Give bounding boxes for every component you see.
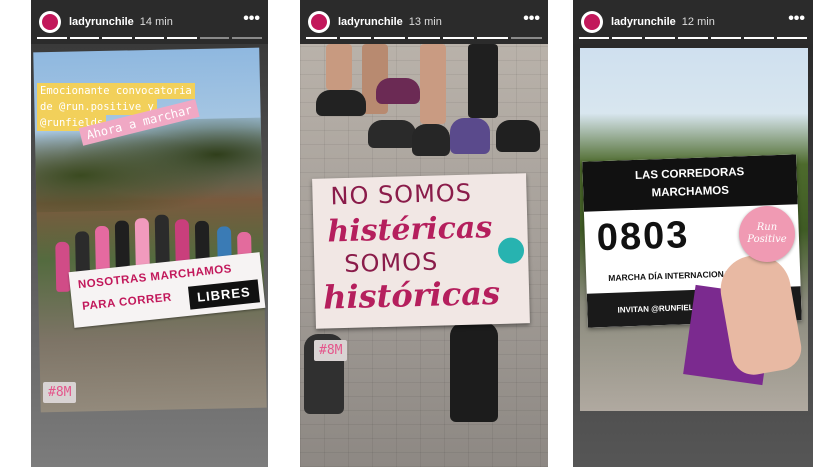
sneaker: [496, 120, 540, 152]
profile-avatar[interactable]: [581, 11, 603, 33]
progress-segment: [678, 37, 708, 39]
caption-line: Emocionante convocatoria: [37, 83, 195, 99]
more-horizontal-icon[interactable]: •••: [243, 11, 260, 30]
progress-segment: [37, 37, 67, 39]
progress-segment: [408, 37, 440, 39]
story-card-2[interactable]: ladyrunchile 13 min ••• NO SOMOS histéri…: [300, 0, 548, 467]
progress-segment: [306, 37, 338, 39]
badge-line: Run: [756, 222, 778, 233]
progress-segment: [374, 37, 406, 39]
username[interactable]: ladyrunchile: [69, 16, 134, 28]
progress-segment: [510, 37, 542, 39]
runner-figure: [114, 220, 130, 271]
bib-number: 0803: [596, 214, 691, 260]
story-progress-bar: [306, 37, 542, 39]
progress-segment: [579, 37, 609, 39]
progress-segment: [711, 37, 741, 39]
runner-figure: [154, 214, 170, 265]
runner-figure: [55, 241, 71, 292]
banner-line: PARA CORRER: [81, 291, 173, 313]
tree-foliage: [34, 117, 263, 213]
hashtag-sticker[interactable]: #8M: [43, 382, 77, 403]
more-horizontal-icon[interactable]: •••: [788, 11, 805, 30]
poster-line: SOMOS: [343, 247, 439, 279]
story-card-1[interactable]: ladyrunchile 14 min ••• Emocionante conv…: [31, 0, 268, 467]
progress-segment: [476, 37, 508, 39]
hashtag-sticker[interactable]: #8M: [314, 340, 348, 361]
poster-line: históricas: [322, 273, 501, 317]
story-progress-bar: [579, 37, 807, 39]
profile-avatar[interactable]: [308, 11, 330, 33]
runner-figure: [134, 218, 150, 269]
avatar-image: [311, 14, 327, 30]
progress-segment: [442, 37, 474, 39]
round-sticker: [497, 237, 525, 264]
poster-line: histéricas: [327, 210, 493, 250]
progress-segment: [777, 37, 807, 39]
sneaker: [450, 118, 490, 154]
story-progress-bar: [37, 37, 263, 39]
sneaker: [450, 322, 498, 422]
username[interactable]: ladyrunchile: [338, 16, 403, 28]
story-card-3[interactable]: ladyrunchile 12 min ••• LAS CORREDORAS M…: [573, 0, 813, 467]
sneaker: [376, 78, 420, 104]
badge-line: Positive: [747, 234, 787, 245]
progress-segment: [199, 37, 230, 39]
progress-segment: [612, 37, 642, 39]
progress-segment: [645, 37, 675, 39]
progress-segment: [340, 37, 372, 39]
progress-segment: [69, 37, 100, 39]
leg-figure: [468, 44, 498, 118]
more-horizontal-icon[interactable]: •••: [523, 11, 540, 30]
sneaker: [412, 124, 450, 156]
timestamp: 12 min: [681, 16, 715, 28]
progress-segment: [102, 37, 132, 39]
avatar-image: [584, 14, 600, 30]
profile-avatar[interactable]: [39, 11, 61, 33]
progress-segment: [232, 37, 263, 39]
username[interactable]: ladyrunchile: [611, 16, 676, 28]
sneaker: [368, 120, 416, 148]
timestamp: 14 min: [139, 16, 173, 28]
timestamp: 13 min: [408, 16, 442, 28]
protest-poster: NO SOMOS histéricas SOMOS históricas: [312, 173, 530, 329]
leg-figure: [326, 44, 352, 90]
progress-segment: [167, 37, 197, 39]
poster-line: NO SOMOS: [330, 178, 473, 211]
run-positive-badge: Run Positive: [739, 206, 795, 262]
sneaker: [316, 90, 366, 116]
leg-figure: [420, 44, 446, 124]
progress-segment: [134, 37, 165, 39]
progress-segment: [744, 37, 774, 39]
avatar-image: [42, 14, 58, 30]
